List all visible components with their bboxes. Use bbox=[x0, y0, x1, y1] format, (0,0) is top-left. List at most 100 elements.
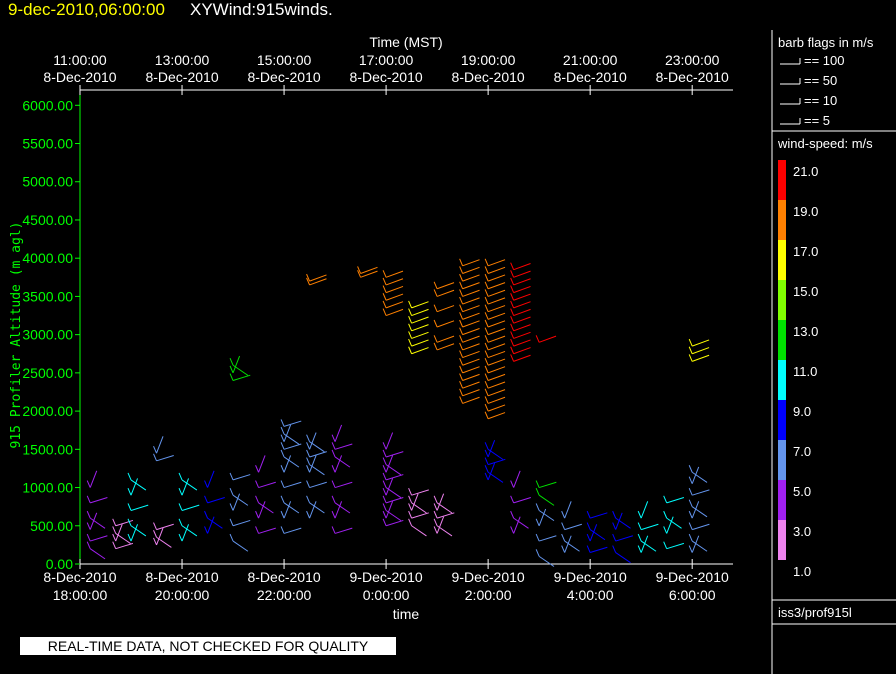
barb-flag bbox=[382, 480, 387, 488]
barb-shaft bbox=[538, 555, 555, 567]
barb-flag bbox=[178, 487, 183, 496]
barb-flag bbox=[535, 487, 540, 496]
wind-barb bbox=[433, 493, 445, 511]
barb-shaft bbox=[487, 366, 506, 374]
barb-flag bbox=[331, 526, 336, 534]
barb-flag bbox=[306, 480, 311, 488]
barb-shaft bbox=[513, 270, 531, 278]
wind-barb bbox=[561, 522, 582, 531]
barb-shaft bbox=[462, 373, 480, 381]
wind-barb bbox=[459, 335, 480, 343]
barb-flag bbox=[306, 449, 311, 458]
barb-shaft bbox=[232, 355, 241, 374]
barb-flag bbox=[510, 354, 515, 362]
wind-barb bbox=[255, 526, 276, 534]
barb-flag bbox=[229, 518, 234, 526]
barb-shaft bbox=[115, 542, 134, 550]
wind-profile-chart: Time (MST) 11:00:008-Dec-201013:00:008-D… bbox=[9, 30, 896, 674]
barb-shaft bbox=[487, 274, 506, 282]
wind-barb bbox=[331, 442, 353, 450]
barb-flag bbox=[280, 510, 285, 519]
barb-flag bbox=[663, 495, 668, 504]
barb-flag bbox=[459, 319, 464, 328]
barb-shaft bbox=[487, 343, 506, 351]
wind-barb bbox=[459, 289, 480, 297]
top-tick-date: 8-Dec-2010 bbox=[554, 69, 627, 85]
barb-flag bbox=[484, 380, 489, 389]
barb-flag bbox=[408, 323, 413, 332]
x-axis-label: time bbox=[393, 606, 420, 622]
barb-shaft bbox=[258, 527, 276, 534]
top-tick-date: 8-Dec-2010 bbox=[247, 69, 320, 85]
wind-barb bbox=[408, 315, 429, 324]
bottom-tick-time: 20:00:00 bbox=[155, 587, 210, 603]
wind-barb bbox=[459, 273, 480, 282]
wind-barb bbox=[229, 472, 251, 481]
wind-barb bbox=[178, 472, 198, 491]
barb-shaft bbox=[462, 335, 480, 343]
barb-flag bbox=[688, 346, 693, 354]
barb-shaft bbox=[513, 331, 531, 339]
barb-shaft bbox=[385, 451, 404, 458]
barb-flag bbox=[484, 472, 489, 481]
wind-barb bbox=[280, 495, 300, 514]
barb-shaft bbox=[666, 497, 685, 504]
y-tick-label: 1500.00 bbox=[22, 441, 73, 457]
barb-flag bbox=[688, 354, 693, 362]
bottom-tick-time: 0:00:00 bbox=[363, 587, 410, 603]
wind-barb bbox=[382, 432, 394, 450]
barb-shaft bbox=[692, 347, 710, 355]
barb-flag bbox=[637, 533, 642, 542]
barb-flag bbox=[688, 533, 693, 542]
y-tick-label: 2500.00 bbox=[22, 365, 73, 381]
wind-barb bbox=[484, 273, 506, 282]
wind-barb bbox=[408, 300, 429, 309]
barb-shaft bbox=[513, 308, 531, 317]
barb-flag bbox=[459, 365, 464, 374]
barb-shaft bbox=[691, 466, 700, 484]
barb-shaft bbox=[692, 523, 710, 531]
barb-flag bbox=[127, 487, 132, 496]
y-tick-label: 4500.00 bbox=[22, 212, 73, 228]
barb-flag bbox=[510, 262, 515, 270]
wind-barb bbox=[484, 281, 506, 290]
barb-shaft bbox=[615, 552, 631, 564]
barb-shaft bbox=[487, 458, 506, 466]
barb-shaft bbox=[692, 489, 710, 496]
barb-shaft bbox=[385, 519, 404, 527]
barb-flag bbox=[382, 293, 387, 301]
barb-key-label: == 5 bbox=[804, 113, 830, 128]
barb-flag bbox=[433, 335, 438, 343]
top-tick-time: 19:00:00 bbox=[461, 52, 516, 68]
wind-barb bbox=[280, 526, 302, 534]
barb-flag bbox=[484, 312, 489, 320]
wind-barb bbox=[331, 480, 353, 489]
barb-key-label: == 10 bbox=[804, 93, 837, 108]
barb-flag bbox=[382, 495, 387, 504]
bottom-tick-time: 2:00:00 bbox=[465, 587, 512, 603]
colorbar-label: 3.0 bbox=[793, 524, 811, 539]
top-tick-time: 13:00:00 bbox=[155, 52, 210, 68]
barb-shaft bbox=[538, 535, 557, 542]
barb-flag bbox=[331, 442, 336, 450]
wind-barb bbox=[433, 289, 455, 297]
wind-barb bbox=[433, 516, 445, 534]
barb-flag bbox=[663, 526, 668, 534]
wind-barb bbox=[510, 285, 531, 294]
wind-barb bbox=[510, 323, 531, 332]
wind-barb bbox=[459, 380, 480, 389]
wind-barb bbox=[484, 289, 506, 297]
wind-barb bbox=[255, 495, 274, 514]
colorbar-segment bbox=[778, 280, 786, 320]
barb-flag bbox=[433, 495, 438, 504]
wind-barb bbox=[153, 453, 174, 462]
barb-flag bbox=[255, 465, 260, 473]
wind-barb bbox=[204, 495, 225, 504]
barb-shaft bbox=[156, 436, 164, 454]
barb-flag bbox=[382, 449, 387, 458]
barb-shaft bbox=[156, 523, 174, 531]
wind-barb bbox=[484, 373, 506, 381]
barb-flag bbox=[459, 388, 464, 397]
barb-flag bbox=[510, 285, 515, 293]
barb-flag bbox=[280, 480, 285, 488]
